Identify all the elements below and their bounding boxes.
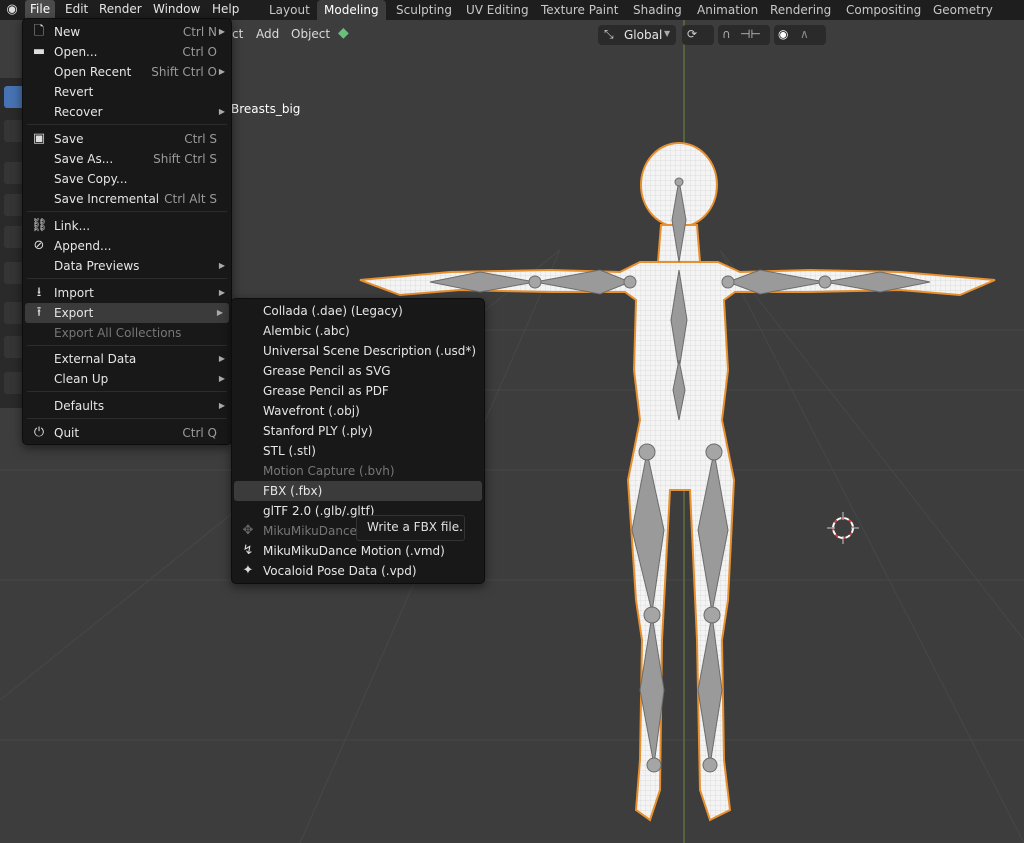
geometry-nodes-icon[interactable]: ◆: [338, 25, 349, 41]
chevron-right-icon: ▶: [218, 288, 225, 297]
menu-item-recover[interactable]: Recover ▶: [23, 102, 231, 122]
power-icon: ⏻: [33, 425, 45, 440]
new-file-icon: 🗋: [33, 24, 45, 39]
proportional-editing-toggle[interactable]: ◉ ∧: [774, 25, 826, 45]
snap-target-icon: ⊣⊢: [740, 27, 761, 41]
export-icon: ⭱: [36, 305, 42, 320]
chevron-right-icon: ▶: [218, 374, 225, 383]
export-alembic[interactable]: Alembic (.abc): [232, 321, 484, 341]
chevron-right-icon: ▶: [218, 27, 225, 36]
export-motion-capture-bvh[interactable]: Motion Capture (.bvh): [232, 461, 484, 481]
menu-divider: [27, 391, 227, 392]
folder-icon: ▬: [32, 44, 46, 59]
proportional-icon: ◉: [778, 27, 789, 41]
orientation-icon: ⤡: [604, 27, 614, 41]
menu-item-open-recent[interactable]: Open Recent Shift Ctrl O ▶: [23, 62, 231, 82]
export-wavefront-obj[interactable]: Wavefront (.obj): [232, 401, 484, 421]
chevron-right-icon: ▶: [218, 67, 225, 76]
export-submenu: Collada (.dae) (Legacy) Alembic (.abc) U…: [231, 298, 485, 584]
menu-item-quit[interactable]: ⏻ Quit Ctrl Q: [23, 423, 231, 443]
import-icon: ⭳: [36, 285, 42, 300]
export-mmd-motion[interactable]: ↯ MikuMikuDance Motion (.vmd): [232, 541, 484, 561]
menu-item-append[interactable]: ⊘ Append...: [23, 236, 231, 256]
menu-item-new[interactable]: 🗋 New Ctrl N ▶: [23, 22, 231, 42]
menu-item-revert[interactable]: Revert: [23, 82, 231, 102]
save-icon: ▣: [32, 131, 46, 146]
file-menu: 🗋 New Ctrl N ▶ ▬ Open... Ctrl O Open Rec…: [22, 18, 232, 445]
mmd-model-icon: ✥: [242, 523, 254, 538]
menu-item-import[interactable]: ⭳ Import ▶: [23, 283, 231, 303]
add-menu[interactable]: Add: [256, 27, 279, 41]
menu-divider: [27, 278, 227, 279]
chevron-right-icon: ▶: [218, 401, 225, 410]
export-stanford-ply[interactable]: Stanford PLY (.ply): [232, 421, 484, 441]
menu-item-data-previews[interactable]: Data Previews ▶: [23, 256, 231, 276]
menu-divider: [27, 345, 227, 346]
orientation-label: Global: [624, 28, 663, 42]
tooltip: Write a FBX file.: [356, 515, 465, 541]
pivot-icon: ⟳: [687, 27, 698, 41]
append-icon: ⊘: [33, 238, 45, 253]
select-menu[interactable]: ct: [232, 27, 243, 41]
menu-item-open[interactable]: ▬ Open... Ctrl O: [23, 42, 231, 62]
menu-item-clean-up[interactable]: Clean Up ▶: [23, 369, 231, 389]
pivot-point-dropdown[interactable]: ⟳: [682, 25, 714, 45]
object-menu[interactable]: Object: [291, 27, 330, 41]
export-collada[interactable]: Collada (.dae) (Legacy): [232, 301, 484, 321]
export-stl[interactable]: STL (.stl): [232, 441, 484, 461]
menu-item-defaults[interactable]: Defaults ▶: [23, 396, 231, 416]
pose-data-icon: ✦: [242, 563, 254, 578]
chevron-right-icon: ▶: [218, 107, 225, 116]
chevron-down-icon: ▼: [664, 29, 671, 38]
menu-item-save-copy[interactable]: Save Copy...: [23, 169, 231, 189]
export-grease-pencil-svg[interactable]: Grease Pencil as SVG: [232, 361, 484, 381]
menu-item-export[interactable]: ⭱ Export ▶: [25, 303, 229, 323]
menu-divider: [27, 124, 227, 125]
export-vocaloid-pose[interactable]: ✦ Vocaloid Pose Data (.vpd): [232, 561, 484, 581]
link-icon: ⛓: [31, 218, 48, 233]
menu-divider: [27, 418, 227, 419]
snapping-toggle[interactable]: ∩ ⊣⊢: [718, 25, 770, 45]
export-grease-pencil-pdf[interactable]: Grease Pencil as PDF: [232, 381, 484, 401]
export-usd[interactable]: Universal Scene Description (.usd*): [232, 341, 484, 361]
menu-item-link[interactable]: ⛓ Link...: [23, 216, 231, 236]
menu-item-save-as[interactable]: Save As... Shift Ctrl S: [23, 149, 231, 169]
menu-item-export-all-collections[interactable]: Export All Collections: [23, 323, 231, 343]
transform-orientation-dropdown[interactable]: ⤡ Global ▼: [598, 25, 676, 45]
mmd-motion-icon: ↯: [242, 543, 254, 558]
falloff-icon: ∧: [800, 27, 809, 41]
active-object-label: Breasts_big: [231, 102, 301, 116]
menu-item-external-data[interactable]: External Data ▶: [23, 349, 231, 369]
menu-item-save[interactable]: ▣ Save Ctrl S: [23, 129, 231, 149]
chevron-right-icon: ▶: [218, 354, 225, 363]
magnet-icon: ∩: [722, 27, 731, 41]
chevron-right-icon: ▶: [216, 308, 223, 317]
chevron-right-icon: ▶: [218, 261, 225, 270]
menu-divider: [27, 211, 227, 212]
export-fbx[interactable]: FBX (.fbx): [234, 481, 482, 501]
menu-item-save-incremental[interactable]: Save Incremental Ctrl Alt S: [23, 189, 231, 209]
